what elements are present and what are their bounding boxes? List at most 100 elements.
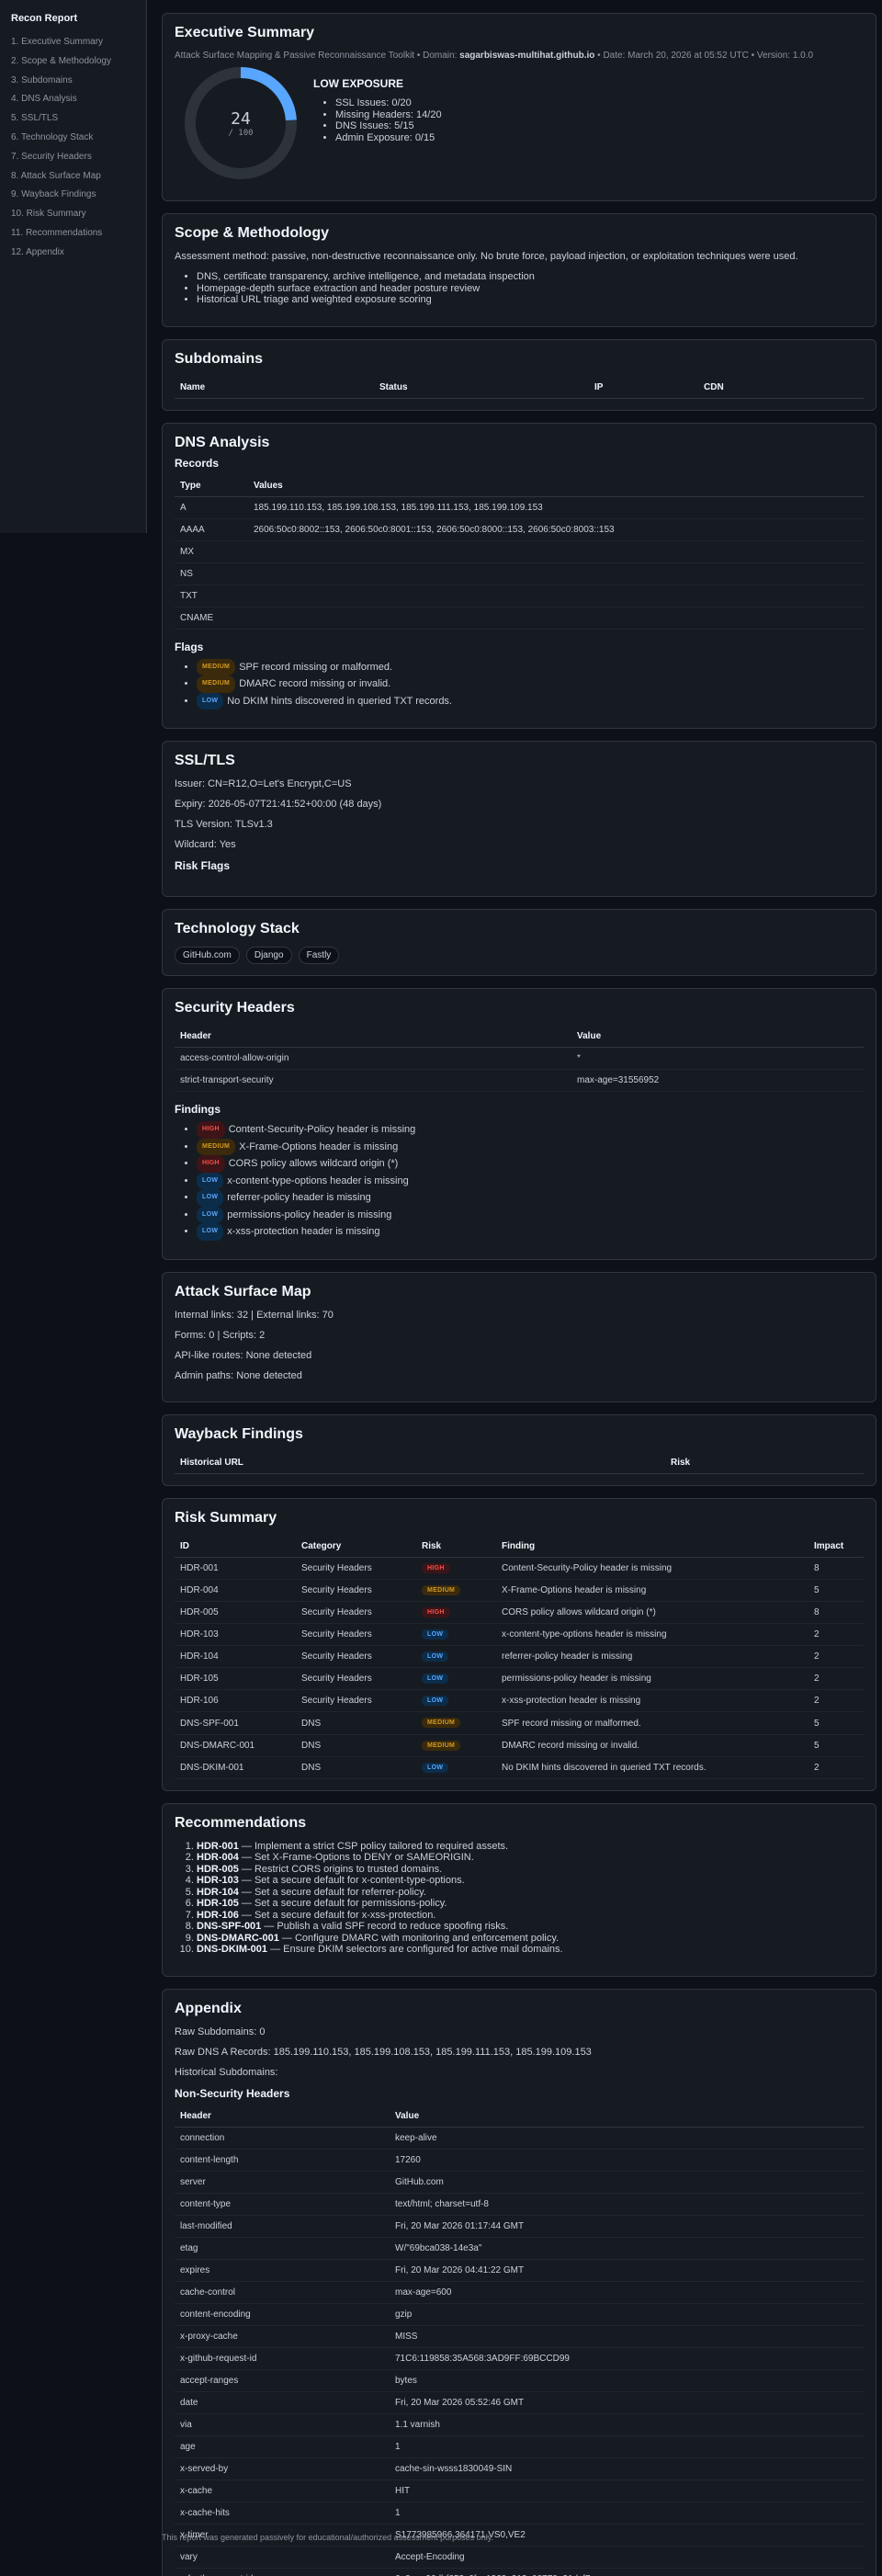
table-row: accept-ranges bytes: [175, 2369, 864, 2392]
flag-text: SPF record missing or malformed.: [239, 661, 393, 673]
risk-finding: x-xss-protection header is missing: [496, 1689, 808, 1713]
sidebar-item-dns[interactable]: 4. DNS Analysis: [11, 90, 135, 109]
sidebar-item-appendix[interactable]: 12. Appendix: [11, 244, 135, 263]
risk-badge: MEDIUM: [197, 675, 236, 693]
risk-impact: 5: [808, 1711, 864, 1735]
dns-type: MX: [175, 540, 248, 563]
gauge-score: 24: [231, 108, 251, 129]
risk-id: DNS-DKIM-001: [175, 1756, 296, 1779]
rec-text: — Set a secure default for x-xss-protect…: [238, 1909, 436, 1921]
list-item: LOWreferrer-policy header is missing: [197, 1189, 864, 1207]
risk-id: HDR-103: [175, 1623, 296, 1647]
attack-links: Internal links: 32 | External links: 70: [175, 1309, 334, 1321]
risk-badge: HIGH: [197, 1121, 225, 1139]
dns-value: [248, 562, 864, 585]
risk-finding: referrer-policy header is missing: [496, 1645, 808, 1669]
subdomains-card: Subdomains Name Status IP CDN: [162, 338, 876, 411]
meta-prefix: Attack Surface Mapping & Passive Reconna…: [175, 51, 460, 61]
tech-pill: Fastly: [298, 947, 340, 964]
col-value: Value: [390, 2105, 864, 2128]
score-gauge: 24 / 100: [184, 66, 298, 180]
meta-suffix: • Date: March 20, 2026 at 05:52 UTC • Ve…: [594, 51, 814, 61]
stat-ssl: SSL Issues: 0/20: [335, 97, 442, 109]
rec-id: DNS-SPF-001: [197, 1921, 262, 1933]
header-value: W/"69bca038-14e3a": [390, 2237, 864, 2260]
header-value: MISS: [390, 2325, 864, 2348]
sidebar-item-recommendations[interactable]: 11. Recommendations: [11, 224, 135, 244]
dns-value: 2606:50c0:8002::153, 2606:50c0:8001::153…: [248, 518, 864, 541]
dns-value: [248, 607, 864, 630]
wayback-table: Historical URL Risk: [175, 1451, 864, 1474]
risk-category: Security Headers: [296, 1623, 416, 1647]
sidebar-item-ssl[interactable]: 5. SSL/TLS: [11, 109, 135, 129]
table-row: content-encoding gzip: [175, 2303, 864, 2326]
sidebar-item-headers[interactable]: 7. Security Headers: [11, 148, 135, 167]
subdomains-table: Name Status IP CDN: [175, 376, 864, 399]
table-row: x-cache HIT: [175, 2480, 864, 2502]
ssl-version: TLS Version: TLSv1.3: [175, 819, 273, 830]
col-value: Value: [571, 1026, 864, 1048]
sidebar-item-subdomains[interactable]: 3. Subdomains: [11, 72, 135, 91]
header-name: accept-ranges: [175, 2369, 390, 2392]
risk-id: HDR-106: [175, 1689, 296, 1713]
list-item: HDR-004 — Set X-Frame-Options to DENY or…: [197, 1852, 864, 1864]
risk-cell: LOW: [416, 1645, 496, 1669]
header-value: max-age=31556952: [571, 1069, 864, 1092]
wayback-card: Wayback Findings Historical URL Risk: [162, 1413, 876, 1486]
header-value: max-age=600: [390, 2281, 864, 2304]
risk-cell: MEDIUM: [416, 1711, 496, 1735]
risk-title: Risk Summary: [175, 1509, 277, 1526]
risk-badge: LOW: [197, 692, 224, 709]
risk-badge: LOW: [197, 1189, 224, 1207]
risk-id: HDR-004: [175, 1579, 296, 1602]
risk-impact: 8: [808, 1557, 864, 1580]
table-row: DNS-DKIM-001 DNS LOW No DKIM hints discover…: [175, 1756, 864, 1779]
table-row: server GitHub.com: [175, 2171, 864, 2194]
header-name: content-encoding: [175, 2303, 390, 2326]
nonsec-headers-table: Header Value connection keep-alive content…: [175, 2105, 864, 2576]
table-row: expires Fri, 20 Mar 2026 04:41:22 GMT: [175, 2259, 864, 2282]
col-risk: Risk: [416, 1535, 496, 1558]
sidebar: Recon Report 1. Executive Summary 2. Sco…: [0, 0, 147, 533]
header-findings: HIGHContent-Security-Policy header is mi…: [175, 1121, 864, 1241]
risk-category: DNS: [296, 1711, 416, 1735]
attack-title: Attack Surface Map: [175, 1283, 311, 1299]
table-row: NS: [175, 562, 864, 585]
dns-flags-title: Flags: [175, 640, 204, 653]
table-row: HDR-005 Security Headers HIGH CORS policy a…: [175, 1601, 864, 1624]
list-item: HDR-106 — Set a secure default for x-xss…: [197, 1910, 864, 1922]
sidebar-item-scope[interactable]: 2. Scope & Methodology: [11, 52, 135, 72]
header-name: x-cache-hits: [175, 2502, 390, 2525]
header-name: etag: [175, 2237, 390, 2260]
sidebar-item-risk[interactable]: 10. Risk Summary: [11, 205, 135, 224]
sidebar-item-attack[interactable]: 8. Attack Surface Map: [11, 167, 135, 187]
sidebar-item-executive-summary[interactable]: 1. Executive Summary: [11, 33, 135, 52]
list-item: HIGHCORS policy allows wildcard origin (…: [197, 1155, 864, 1173]
header-name: access-control-allow-origin: [175, 1047, 571, 1070]
risk-category: Security Headers: [296, 1689, 416, 1713]
table-row: MX: [175, 540, 864, 563]
sidebar-item-wayback[interactable]: 9. Wayback Findings: [11, 186, 135, 205]
table-row: last-modified Fri, 20 Mar 2026 01:17:44 G…: [175, 2215, 864, 2238]
table-row: x-proxy-cache MISS: [175, 2325, 864, 2348]
header-name: x-served-by: [175, 2457, 390, 2480]
table-row: x-fastly-request-id6a8aaa96dbf653c6fec13…: [175, 2568, 864, 2576]
appendix-card: Appendix Raw Subdomains: 0 Raw DNS A Rec…: [162, 1988, 876, 2576]
attack-api: API-like routes: None detected: [175, 1349, 312, 1361]
header-name: date: [175, 2391, 390, 2414]
header-name: expires: [175, 2259, 390, 2282]
appendix-historical: Historical Subdomains:: [175, 2066, 278, 2078]
rec-id: DNS-DKIM-001: [197, 1944, 268, 1956]
dns-records-title: Records: [175, 456, 220, 470]
risk-cell: LOW: [416, 1623, 496, 1647]
col-status: Status: [374, 376, 589, 399]
meta-domain: sagarbiswas-multihat.github.io: [459, 51, 595, 61]
sidebar-item-tech[interactable]: 6. Technology Stack: [11, 129, 135, 148]
header-name: x-proxy-cache: [175, 2325, 390, 2348]
scope-bullet: Homepage-depth surface extraction and he…: [197, 283, 864, 295]
ssl-title: SSL/TLS: [175, 753, 235, 768]
col-category: Category: [296, 1535, 416, 1558]
col-risk: Risk: [665, 1451, 864, 1474]
risk-id: HDR-105: [175, 1667, 296, 1691]
header-value: 1: [390, 2502, 864, 2525]
